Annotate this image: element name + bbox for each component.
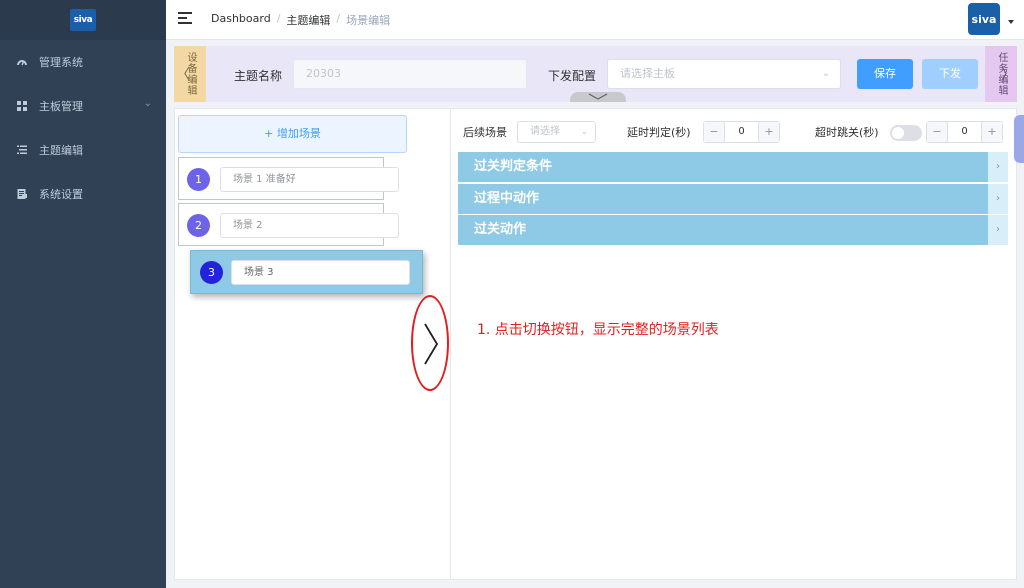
- toolbar-collapse-handle[interactable]: [570, 92, 626, 102]
- sidebar-item-label: 管理系统: [39, 56, 83, 69]
- scene-item-selected[interactable]: 3 场景 3: [190, 250, 423, 294]
- scene-list-toggle-button[interactable]: [411, 295, 449, 391]
- scene-editor-panel: + 增加场景 1 场景 1 准备好 2 场景 2 3 场景 3 后续场景 请选择…: [174, 108, 1017, 580]
- hamburger-icon[interactable]: [178, 12, 192, 26]
- delay-stepper[interactable]: − 0 +: [703, 121, 780, 143]
- document-icon: [16, 188, 28, 200]
- scene-name-input[interactable]: 场景 1 准备好: [220, 167, 399, 192]
- chevron-left-icon: 〈: [176, 67, 190, 83]
- dashboard-icon: [16, 56, 28, 68]
- sidebar-item-label: 系统设置: [39, 188, 83, 201]
- breadcrumb-item[interactable]: 主题编辑: [286, 12, 330, 28]
- add-scene-button[interactable]: + 增加场景: [178, 115, 407, 153]
- timeout-switch[interactable]: [890, 125, 922, 141]
- board-select[interactable]: 请选择主板 ⌄: [607, 59, 841, 89]
- floating-side-tab[interactable]: [1014, 115, 1024, 163]
- scene-name-input[interactable]: 场景 2: [220, 213, 399, 238]
- sidebar: siva 管理系统 主板管理 ⌄ 主题编辑 系统设置: [0, 0, 166, 588]
- theme-name-input[interactable]: 20303: [293, 59, 527, 89]
- scene-number-badge: 2: [187, 214, 210, 237]
- decrement-button[interactable]: −: [927, 122, 948, 142]
- switch-knob: [892, 127, 904, 139]
- increment-button[interactable]: +: [758, 122, 779, 142]
- sidebar-item-board[interactable]: 主板管理 ⌄: [0, 84, 166, 128]
- dispatch-config-label: 下发配置: [548, 69, 597, 83]
- scene-name-input[interactable]: 场景 3: [231, 260, 410, 285]
- scene-list: + 增加场景 1 场景 1 准备好 2 场景 2 3 场景 3: [175, 109, 451, 579]
- decrement-button[interactable]: −: [704, 122, 725, 142]
- sidebar-item-label: 主板管理: [39, 100, 83, 113]
- sidebar-item-theme-edit[interactable]: 主题编辑: [0, 128, 166, 172]
- chevron-right-icon: [424, 323, 439, 365]
- list-icon: [16, 144, 28, 156]
- chevron-right-icon: ›: [988, 215, 1008, 245]
- scene-number-badge: 3: [200, 261, 223, 284]
- theme-toolbar: 〈 设备编辑 主题名称 20303 下发配置 请选择主板 ⌄ 保存 下发 任务编…: [174, 46, 1017, 102]
- board-select-placeholder: 请选择主板: [620, 67, 675, 80]
- dispatch-button[interactable]: 下发: [922, 59, 978, 89]
- chevron-down-icon: [588, 93, 608, 100]
- next-scene-select[interactable]: 请选择 ⌄: [517, 121, 596, 143]
- chevron-right-icon: ›: [988, 152, 1008, 182]
- next-scene-placeholder: 请选择: [530, 126, 560, 137]
- breadcrumb-current: 场景编辑: [346, 14, 391, 27]
- caret-down-icon[interactable]: [1008, 20, 1014, 24]
- sidebar-item-settings[interactable]: 系统设置: [0, 172, 166, 216]
- scene-number-badge: 1: [187, 168, 210, 191]
- logo: siva: [70, 9, 96, 31]
- avatar[interactable]: siva: [968, 3, 1000, 35]
- device-edit-tab[interactable]: 〈 设备编辑: [174, 46, 206, 102]
- breadcrumb-separator: /: [276, 12, 281, 25]
- section-title: 过关动作: [474, 222, 527, 237]
- sidebar-logo[interactable]: siva: [0, 0, 166, 40]
- save-button[interactable]: 保存: [857, 59, 913, 89]
- pass-action-section[interactable]: 过关动作 ›: [458, 215, 1008, 245]
- in-progress-action-section[interactable]: 过程中动作 ›: [458, 184, 1008, 214]
- chevron-down-icon: ⌄: [580, 127, 588, 137]
- sidebar-item-label: 主题编辑: [39, 144, 83, 157]
- theme-name-label: 主题名称: [234, 69, 283, 83]
- delay-label: 延时判定(秒): [627, 126, 691, 139]
- delay-value[interactable]: 0: [725, 122, 758, 142]
- scene-item[interactable]: 2 场景 2: [178, 203, 399, 246]
- breadcrumb-item[interactable]: Dashboard: [211, 12, 271, 28]
- increment-button[interactable]: +: [981, 122, 1002, 142]
- next-scene-label: 后续场景: [463, 126, 507, 139]
- chevron-right-icon: 〉: [1001, 67, 1015, 83]
- section-title: 过关判定条件: [474, 159, 553, 174]
- breadcrumb: Dashboard / 主题编辑 / 场景编辑: [211, 12, 390, 28]
- pass-condition-section[interactable]: 过关判定条件 ›: [458, 152, 1008, 182]
- grid-icon: [16, 100, 28, 112]
- chevron-down-icon: ⌄: [143, 98, 152, 109]
- scene-item[interactable]: 1 场景 1 准备好: [178, 157, 399, 200]
- section-title: 过程中动作: [474, 191, 540, 206]
- timeout-value[interactable]: 0: [948, 122, 981, 142]
- breadcrumb-separator: /: [336, 12, 341, 25]
- task-edit-tab[interactable]: 任务编辑 〉: [985, 46, 1017, 102]
- sidebar-item-management[interactable]: 管理系统: [0, 40, 166, 84]
- scene-controls-row: 后续场景 请选择 ⌄ 延时判定(秒) − 0 + 超时跳关(秒) − 0 +: [463, 121, 1010, 143]
- chevron-right-icon: ›: [988, 184, 1008, 214]
- timeout-label: 超时跳关(秒): [815, 126, 879, 139]
- chevron-down-icon: ⌄: [821, 68, 830, 79]
- instruction-annotation: 1. 点击切换按钮，显示完整的场景列表: [477, 322, 719, 338]
- timeout-stepper[interactable]: − 0 +: [926, 121, 1003, 143]
- top-header: Dashboard / 主题编辑 / 场景编辑 siva: [166, 0, 1024, 40]
